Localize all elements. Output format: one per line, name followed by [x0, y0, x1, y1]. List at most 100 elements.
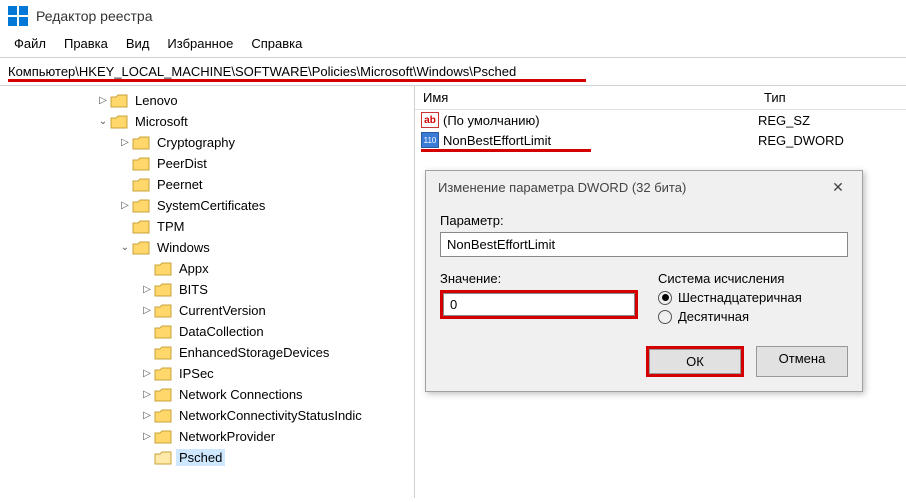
folder-icon	[132, 136, 150, 150]
tree-spacer	[118, 178, 132, 192]
chevron-down-icon[interactable]: ⌄	[118, 241, 132, 255]
list-header: Имя Тип	[415, 86, 906, 110]
chevron-right-icon[interactable]: ▷	[140, 283, 154, 297]
annotation-highlight: ОК	[646, 346, 744, 377]
tree-node-netconn[interactable]: ▷Network Connections	[140, 384, 414, 405]
tree-label: IPSec	[176, 365, 217, 382]
edit-dword-dialog: Изменение параметра DWORD (32 бита) ✕ Па…	[425, 170, 863, 392]
string-value-icon: ab	[421, 112, 439, 128]
tree-node-appx[interactable]: Appx	[140, 258, 414, 279]
value-row-default[interactable]: ab (По умолчанию) REG_SZ	[415, 110, 906, 130]
radio-icon	[658, 310, 672, 324]
tree-node-microsoft[interactable]: ⌄ Microsoft	[96, 111, 414, 132]
folder-icon	[154, 262, 172, 276]
value-input[interactable]	[443, 293, 635, 316]
chevron-right-icon[interactable]: ▷	[118, 199, 132, 213]
tree-node-peernet[interactable]: Peernet	[118, 174, 414, 195]
tree-spacer	[118, 220, 132, 234]
value-name: (По умолчанию)	[443, 113, 758, 128]
radio-hex[interactable]: Шестнадцатеричная	[658, 290, 848, 305]
tree-pane[interactable]: ▷ Lenovo ⌄ Microsoft ▷ Cryptography PeerD…	[0, 86, 415, 498]
tree-node-ipsec[interactable]: ▷ IPSec	[140, 363, 414, 384]
titlebar: Редактор реестра	[0, 0, 906, 30]
tree-spacer	[140, 325, 154, 339]
tree-label: Peernet	[154, 176, 206, 193]
ok-button[interactable]: ОК	[649, 349, 741, 374]
menu-favorites[interactable]: Избранное	[159, 34, 241, 53]
tree-label: NetworkProvider	[176, 428, 278, 445]
value-type: REG_SZ	[758, 113, 906, 128]
tree-label: BITS	[176, 281, 211, 298]
annotation-underline	[8, 79, 586, 82]
folder-icon	[154, 304, 172, 318]
chevron-right-icon[interactable]: ▷	[140, 304, 154, 318]
tree-node-tpm[interactable]: TPM	[118, 216, 414, 237]
tree-label: Windows	[154, 239, 213, 256]
folder-icon	[154, 283, 172, 297]
tree-spacer	[140, 262, 154, 276]
tree-node-psched[interactable]: Psched	[140, 447, 414, 468]
tree-node-peerdist[interactable]: PeerDist	[118, 153, 414, 174]
base-label: Система исчисления	[658, 271, 848, 286]
base-group: Система исчисления Шестнадцатеричная Дес…	[658, 267, 848, 328]
folder-icon	[132, 220, 150, 234]
annotation-underline	[421, 149, 591, 152]
tree-node-cryptography[interactable]: ▷ Cryptography	[118, 132, 414, 153]
chevron-down-icon[interactable]: ⌄	[96, 115, 110, 129]
tree-node-windows[interactable]: ⌄ Windows	[118, 237, 414, 258]
cancel-button[interactable]: Отмена	[756, 346, 848, 377]
folder-icon	[154, 388, 172, 402]
folder-icon	[110, 115, 128, 129]
chevron-right-icon[interactable]: ▷	[96, 94, 110, 108]
regedit-icon	[8, 6, 28, 26]
tree-node-enhancedstorage[interactable]: EnhancedStorageDevices	[140, 342, 414, 363]
tree-node-systemcertificates[interactable]: ▷ SystemCertificates	[118, 195, 414, 216]
chevron-right-icon[interactable]: ▷	[140, 430, 154, 444]
menu-edit[interactable]: Правка	[56, 34, 116, 53]
tree-label: SystemCertificates	[154, 197, 268, 214]
value-type: REG_DWORD	[758, 133, 906, 148]
chevron-right-icon[interactable]: ▷	[118, 136, 132, 150]
folder-icon	[154, 325, 172, 339]
tree-label: Lenovo	[132, 92, 181, 109]
tree-label: PeerDist	[154, 155, 210, 172]
menu-view[interactable]: Вид	[118, 34, 158, 53]
tree-node-bits[interactable]: ▷ BITS	[140, 279, 414, 300]
chevron-right-icon[interactable]: ▷	[140, 367, 154, 381]
tree-spacer	[140, 451, 154, 465]
tree-label: EnhancedStorageDevices	[176, 344, 332, 361]
folder-icon	[132, 157, 150, 171]
tree-label: DataCollection	[176, 323, 267, 340]
folder-icon	[154, 367, 172, 381]
tree-spacer	[140, 346, 154, 360]
folder-icon	[110, 94, 128, 108]
radio-dec[interactable]: Десятичная	[658, 309, 848, 324]
radio-icon	[658, 291, 672, 305]
folder-icon	[154, 346, 172, 360]
tree-node-netconnstatus[interactable]: ▷NetworkConnectivityStatusIndic	[140, 405, 414, 426]
tree-label: Cryptography	[154, 134, 238, 151]
window-title: Редактор реестра	[36, 8, 153, 24]
tree-node-currentversion[interactable]: ▷CurrentVersion	[140, 300, 414, 321]
tree-label: TPM	[154, 218, 187, 235]
close-icon[interactable]: ✕	[824, 177, 852, 197]
chevron-right-icon[interactable]: ▷	[140, 409, 154, 423]
folder-icon	[154, 430, 172, 444]
column-type[interactable]: Тип	[760, 90, 906, 105]
chevron-right-icon[interactable]: ▷	[140, 388, 154, 402]
menu-help[interactable]: Справка	[243, 34, 310, 53]
value-label: Значение:	[440, 271, 638, 286]
folder-icon	[132, 199, 150, 213]
folder-open-icon	[154, 451, 172, 465]
column-name[interactable]: Имя	[415, 90, 760, 105]
address-bar[interactable]: Компьютер\HKEY_LOCAL_MACHINE\SOFTWARE\Po…	[0, 58, 906, 86]
folder-icon	[132, 178, 150, 192]
tree-node-networkprovider[interactable]: ▷ NetworkProvider	[140, 426, 414, 447]
tree-node-lenovo[interactable]: ▷ Lenovo	[96, 90, 414, 111]
menu-file[interactable]: Файл	[6, 34, 54, 53]
annotation-highlight	[440, 290, 638, 319]
tree-node-datacollection[interactable]: DataCollection	[140, 321, 414, 342]
folder-icon	[154, 409, 172, 423]
dialog-titlebar[interactable]: Изменение параметра DWORD (32 бита) ✕	[426, 171, 862, 205]
value-row-nonbesteffort[interactable]: 110 NonBestEffortLimit REG_DWORD	[415, 130, 906, 150]
